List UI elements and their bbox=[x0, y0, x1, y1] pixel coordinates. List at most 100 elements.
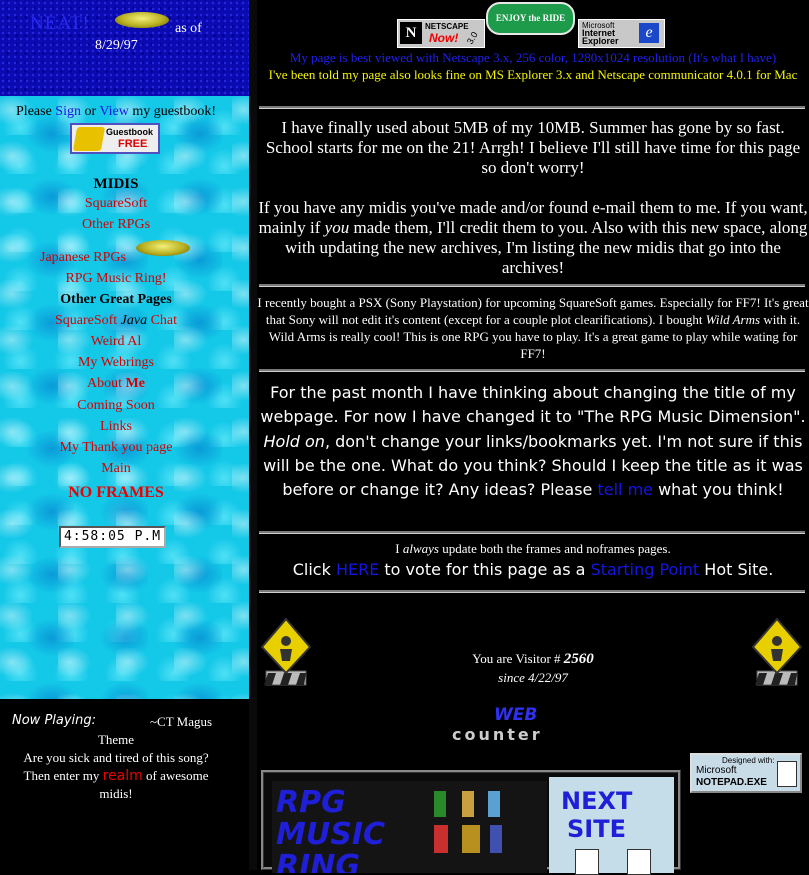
netscape-badge[interactable]: N NETSCAPE Now! 3.0 bbox=[397, 19, 485, 48]
guestbook-line: Please Sign or View my guestbook! bbox=[0, 104, 232, 120]
webcounter-counter: counter bbox=[452, 725, 543, 744]
character-sprites-icon bbox=[422, 785, 512, 865]
summer-paragraph: I have finally used about 5MB of my 10MB… bbox=[265, 118, 801, 177]
frames-note: I always update both the frames and nofr… bbox=[257, 541, 809, 557]
about-label-b: Me bbox=[125, 376, 145, 391]
clock-display: 4:58:05 P.M bbox=[59, 526, 166, 548]
midis-request-paragraph: If you have any midis you've made and/or… bbox=[257, 198, 809, 278]
title-change-paragraph: For the past month I have thinking about… bbox=[257, 381, 809, 502]
left-frame: NEAT! as of 8/29/97 Please Sign or View … bbox=[0, 0, 249, 870]
guestbook-or: or bbox=[84, 104, 97, 119]
nav-rpg-music-ring[interactable]: RPG Music Ring! bbox=[0, 271, 232, 287]
chat-label-java: Java bbox=[120, 313, 148, 328]
left-header: NEAT! as of 8/29/97 bbox=[0, 0, 249, 96]
vote-here-link[interactable]: HERE bbox=[336, 560, 379, 579]
header-title: NEAT! bbox=[30, 13, 90, 34]
nav-webrings[interactable]: My Webrings bbox=[0, 355, 232, 371]
nav-links[interactable]: Links bbox=[0, 419, 232, 435]
other-pages-heading: Other Great Pages bbox=[60, 292, 172, 307]
nav-squaresoft[interactable]: SquareSoft bbox=[0, 196, 232, 212]
now-playing-label: Now Playing: bbox=[12, 713, 97, 728]
guestbook-please: Please bbox=[16, 104, 52, 119]
divider-line bbox=[259, 106, 805, 109]
midis-request-you: you bbox=[324, 218, 350, 237]
as-of-label: as of bbox=[175, 21, 202, 36]
about-label-a: About bbox=[87, 376, 123, 391]
starting-point-link[interactable]: Starting Point bbox=[591, 560, 700, 579]
ie-logo-icon: e bbox=[639, 23, 659, 43]
nav-other-rpgs[interactable]: Other RPGs bbox=[0, 217, 232, 233]
vote-line: Click HERE to vote for this page as a St… bbox=[257, 560, 809, 579]
notepad-designed: Designed with: bbox=[722, 756, 775, 765]
next-site-button[interactable]: NEXT SITE bbox=[549, 777, 674, 875]
realm-suffix: of awesome bbox=[146, 768, 209, 783]
sign-guestbook-link[interactable]: Sign bbox=[55, 104, 81, 119]
right-frame: N NETSCAPE Now! 3.0 ENJOY the RIDE Micro… bbox=[257, 0, 809, 875]
notepad-exe: NOTEPAD.EXE bbox=[696, 777, 767, 788]
midis-request-b: made them, I'll credit them to you. Also… bbox=[285, 218, 808, 277]
midis-heading: MIDIS bbox=[93, 176, 139, 192]
ring-logo[interactable]: RPG MUSIC RING bbox=[272, 781, 547, 873]
now-playing-realm-line: Then enter my realm of awesome bbox=[0, 768, 232, 784]
best-viewed-note: My page is best viewed with Netscape 3.x… bbox=[289, 50, 777, 65]
divider-line bbox=[259, 284, 805, 287]
enjoy-the-ride-badge[interactable]: ENJOY the RIDE bbox=[486, 2, 575, 35]
since-date: since 4/22/97 bbox=[498, 670, 568, 685]
now-playing-midis: midis! bbox=[99, 786, 133, 801]
guestbook-logo[interactable]: Guestbook FREE bbox=[70, 123, 160, 154]
nav-coming-soon[interactable]: Coming Soon bbox=[0, 398, 232, 414]
document-icon bbox=[575, 849, 599, 875]
frames-note-b: update both the frames and noframes page… bbox=[442, 541, 671, 556]
ufo-icon bbox=[115, 12, 169, 28]
ride-label: ENJOY the RIDE bbox=[495, 13, 566, 23]
mac-compat-note: I've been told my page also looks fine o… bbox=[268, 67, 798, 82]
guestbook-logo-text: Guestbook bbox=[106, 127, 154, 137]
title-change-c: what you think! bbox=[658, 480, 784, 500]
nav-about-me[interactable]: About Me bbox=[0, 376, 232, 392]
webcounter-logo[interactable]: WEB counter bbox=[452, 705, 607, 747]
notepad-icon bbox=[777, 761, 797, 787]
divider-line bbox=[259, 369, 805, 372]
now-playing-panel: Now Playing: ~CT Magus Theme Are you sic… bbox=[0, 699, 249, 870]
frames-note-a: I bbox=[395, 541, 400, 556]
netscape-n-icon: N bbox=[400, 22, 422, 44]
realm-link[interactable]: realm bbox=[103, 768, 143, 784]
now-playing-song: ~CT Magus bbox=[150, 714, 213, 729]
left-nav-panel: Please Sign or View my guestbook! Guestb… bbox=[0, 96, 249, 699]
guestbook-logo-mark bbox=[72, 127, 106, 151]
visitor-label: You are Visitor # bbox=[472, 651, 561, 666]
notepad-badge[interactable]: Designed with: Microsoft NOTEPAD.EXE bbox=[690, 753, 802, 793]
tell-me-link[interactable]: tell me bbox=[597, 480, 653, 499]
title-change-a: For the past month I have thinking about… bbox=[260, 383, 806, 427]
ring-word-ring: RING bbox=[276, 849, 360, 873]
next-site-site: SITE bbox=[567, 815, 626, 843]
chat-label-a: SquareSoft bbox=[54, 313, 118, 328]
nav-japanese-rpgs[interactable]: Japanese RPGs bbox=[40, 250, 126, 266]
chat-label-b: Chat bbox=[150, 313, 178, 328]
document-icon bbox=[627, 849, 651, 875]
guestbook-suffix: my guestbook! bbox=[132, 104, 216, 119]
psx-wild-arms: Wild Arms bbox=[705, 312, 761, 327]
ie-label-c: Explorer bbox=[582, 36, 619, 46]
divider-line bbox=[259, 590, 805, 593]
webcounter-web: WEB bbox=[494, 705, 538, 725]
visitor-count: 2560 bbox=[563, 651, 594, 667]
frame-divider[interactable] bbox=[249, 0, 257, 870]
nav-weird-al[interactable]: Weird Al bbox=[0, 334, 232, 350]
vote-mid: to vote for this page as a bbox=[384, 560, 586, 579]
netscape-now: Now! bbox=[429, 31, 459, 45]
nav-thank-you[interactable]: My Thank you page bbox=[0, 440, 232, 456]
vote-click: Click bbox=[292, 560, 331, 579]
visitor-counter-line: You are Visitor # 2560 bbox=[257, 651, 809, 668]
update-date: 8/29/97 bbox=[95, 38, 138, 53]
nav-squaresoft-java-chat[interactable]: SquareSoft Java Chat bbox=[0, 313, 232, 329]
rpg-music-ring-banner: RPG MUSIC RING NEXT SITE bbox=[261, 770, 681, 875]
realm-prefix: Then enter my bbox=[23, 768, 100, 783]
netscape-label: NETSCAPE bbox=[425, 22, 469, 31]
nav-main[interactable]: Main bbox=[0, 461, 232, 477]
ie-badge[interactable]: Microsoft Internet Explorer e bbox=[578, 19, 665, 48]
divider-line bbox=[259, 531, 805, 534]
frames-note-always: always bbox=[402, 541, 439, 556]
nav-no-frames[interactable]: NO FRAMES bbox=[0, 484, 232, 502]
view-guestbook-link[interactable]: View bbox=[99, 104, 128, 119]
